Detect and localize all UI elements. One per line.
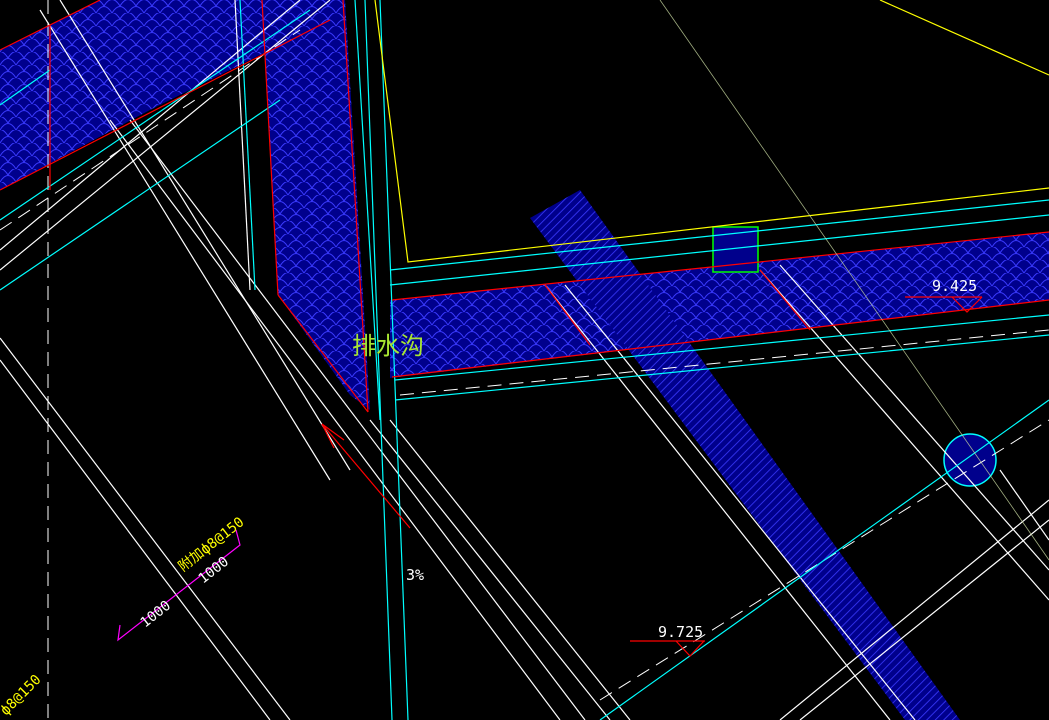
rebar-label-corner: ф8@150 [0,672,45,719]
channel-label: 排水沟 [352,332,424,360]
elevation-label-upper: 9.425 [932,277,977,295]
yellow-boundary [374,0,1049,263]
rebar-dim-2: 1000 [138,598,174,631]
elevation-label-lower: 9.725 [658,623,703,641]
slope-label: 3% [406,566,424,584]
cad-drawing-canvas[interactable]: 排水沟 9.425 9.725 3% 附加ф8@150 1000 1000 ф8… [0,0,1049,720]
